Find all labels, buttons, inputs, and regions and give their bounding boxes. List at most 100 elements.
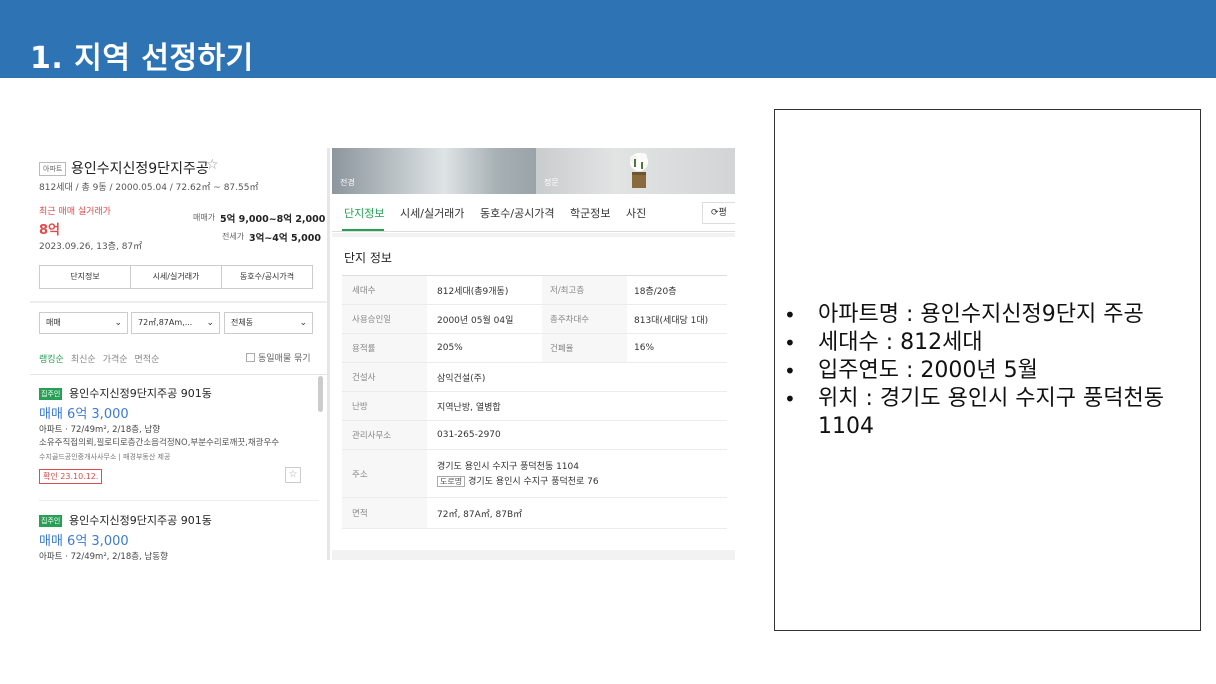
plant-image <box>630 153 648 188</box>
row-key: 주소 <box>342 450 427 497</box>
row-value: 지역난방, 열병합 <box>437 402 501 413</box>
photo-gate[interactable]: 정문 <box>536 148 735 194</box>
table-row: 용적률 205% 건폐율 16% <box>342 334 727 363</box>
row-value: 813대(세대당 1대) <box>634 315 709 326</box>
tab-price[interactable]: 시세/실거래가 <box>400 205 464 221</box>
tab-complex-info[interactable]: 단지정보 <box>40 266 131 288</box>
chevron-down-icon: ⌄ <box>299 318 307 328</box>
owner-tag: 집주인 <box>39 388 63 400</box>
tab-complex-info[interactable]: 단지정보 <box>344 205 384 221</box>
trade-type-value: 매매 <box>46 318 61 327</box>
chevron-down-icon: ⌄ <box>114 318 122 328</box>
sort-options: 랭킹순 최신순 가격순 면적순 <box>39 352 166 365</box>
info-item-location: 위치 : 경기도 용인시 수지구 풍덕천동 1104 <box>784 385 1194 441</box>
refresh-icon: ⟳ <box>711 208 719 218</box>
recent-date: 2023.09.26, 13층, 87㎡ <box>39 242 143 252</box>
listing-name: 용인수지신정9단지주공 901동 <box>69 514 212 527</box>
row-key: 저/최고층 <box>542 276 627 304</box>
refresh-button[interactable]: ⟳평 <box>702 202 735 224</box>
row-value: 18층/20층 <box>634 286 677 297</box>
refresh-label: 평 <box>718 208 727 218</box>
type-badge: 아파트 <box>39 162 67 176</box>
table-row: 건설사 삼익건설(주) <box>342 363 727 392</box>
table-row: 면적 72㎡, 87A㎡, 87B㎡ <box>342 498 727 529</box>
tab-photos[interactable]: 사진 <box>626 205 646 221</box>
row-key: 용적률 <box>342 334 427 362</box>
building-value: 전체동 <box>231 318 254 327</box>
row-key: 총주차대수 <box>542 305 627 333</box>
table-row: 난방 지역난방, 열병합 <box>342 392 727 421</box>
divider <box>39 500 319 501</box>
screenshot-panel: 아파트 용인수지신정9단지주공 ☆ 812세대 / 총 9동 / 2000.05… <box>30 148 735 560</box>
row-key: 난방 <box>342 392 427 420</box>
row-value: 16% <box>634 343 655 353</box>
listing-desc: 소유주직접의뢰,필로티로층간소음걱정NO,부분수리로깨끗,채광우수 <box>39 438 280 448</box>
tab-unit[interactable]: 동호수/공시가격 <box>222 266 312 288</box>
sort-price[interactable]: 가격순 <box>103 355 128 365</box>
row-key: 관리사무소 <box>342 421 427 449</box>
photo-label: 전경 <box>340 178 355 187</box>
table-row: 세대수 812세대(총9개동) 저/최고층 18층/20층 <box>342 276 727 305</box>
address-road: 도로명 경기도 용인시 수지구 풍덕천로 76 <box>437 474 599 487</box>
group-toggle-label: 동일매물 묶기 <box>258 354 311 364</box>
detail-tabs: 단지정보 시세/실거래가 동호수/공시가격 학군정보 사진 ⟳평 <box>332 194 735 232</box>
building-select[interactable]: 전체동 ⌄ <box>224 312 313 334</box>
sort-area[interactable]: 면적순 <box>135 355 160 365</box>
left-tabs: 단지정보 시세/실거래가 동호수/공시가격 <box>39 265 313 289</box>
area-select[interactable]: 72㎡,87Am,... ⌄ <box>131 312 220 334</box>
divider <box>30 374 328 375</box>
checkbox[interactable] <box>246 353 255 362</box>
active-tab-indicator <box>342 229 384 231</box>
group-toggle[interactable]: 동일매물 묶기 <box>246 351 311 364</box>
listing-price: 매매 6억 3,000 <box>39 534 129 549</box>
row-key: 면적 <box>342 498 427 528</box>
listing-price: 매매 6억 3,000 <box>39 407 129 422</box>
detail-panel: 전경 정문 단지정보 시세/실거래가 동호수/공시가격 학군정보 사진 ⟳평 단… <box>332 148 735 560</box>
info-item-year: 입주연도 : 2000년 5월 <box>784 357 1194 385</box>
table-row: 주소 경기도 용인시 수지구 풍덕천동 1104 도로명 경기도 용인시 수지구 … <box>342 450 727 498</box>
info-box: 아파트명 : 용인수지신정9단지 주공 세대수 : 812세대 입주연도 : 2… <box>774 109 1201 631</box>
table-row: 관리사무소 031-265-2970 <box>342 421 727 450</box>
road-tag: 도로명 <box>437 476 466 487</box>
confirm-badge: 확인 23.10.12. <box>39 469 103 484</box>
tab-price[interactable]: 시세/실거래가 <box>131 266 222 288</box>
row-value: 72㎡, 87A㎡, 87B㎡ <box>437 509 523 520</box>
sort-ranking[interactable]: 랭킹순 <box>39 355 64 365</box>
info-item-units: 세대수 : 812세대 <box>784 329 1194 357</box>
listing-info: 아파트 · 72/49m², 2/18층, 남향 <box>39 425 161 435</box>
trade-type-select[interactable]: 매매 ⌄ <box>39 312 128 334</box>
jeonse-value: 3억~4억 5,000 <box>249 233 322 244</box>
photo-label: 정문 <box>544 178 559 187</box>
row-key: 건설사 <box>342 363 427 391</box>
photo-exterior[interactable]: 전경 <box>332 148 536 194</box>
tab-unit[interactable]: 동호수/공시가격 <box>480 205 555 221</box>
row-value: 031-265-2970 <box>437 430 501 440</box>
favorite-star-icon[interactable]: ☆ <box>206 157 219 173</box>
recent-price: 8억 <box>39 223 61 238</box>
info-item-name: 아파트명 : 용인수지신정9단지 주공 <box>784 301 1194 329</box>
panel-footer <box>332 550 735 560</box>
star-icon[interactable]: ☆ <box>285 467 301 483</box>
section-title: 단지 정보 <box>344 251 392 265</box>
sort-latest[interactable]: 최신순 <box>71 355 96 365</box>
info-table: 세대수 812세대(총9개동) 저/최고층 18층/20층 사용승인일 2000… <box>342 275 727 529</box>
section-gap <box>332 233 735 237</box>
tab-school[interactable]: 학군정보 <box>570 205 610 221</box>
address-lot: 경기도 용인시 수지구 풍덕천동 1104 <box>437 462 579 472</box>
owner-tag: 집주인 <box>39 515 63 527</box>
row-value: 205% <box>437 343 463 353</box>
jeonse-label: 전세가 <box>222 232 245 241</box>
panel-divider <box>327 148 330 560</box>
row-key: 사용승인일 <box>342 305 427 333</box>
list-item[interactable]: 집주인 용인수지신정9단지주공 901동 매매 6억 3,000 아파트 · 7… <box>39 385 319 495</box>
recent-price-label: 최근 매매 실거래가 <box>39 207 111 217</box>
road-address: 경기도 용인시 수지구 풍덕천로 76 <box>468 477 599 487</box>
table-row: 사용승인일 2000년 05월 04일 총주차대수 813대(세대당 1대) <box>342 305 727 334</box>
divider <box>30 301 328 303</box>
photo-strip: 전경 정문 <box>332 148 735 194</box>
row-value: 2000년 05월 04일 <box>437 315 514 326</box>
trade-value: 5억 9,000~8억 2,000 <box>220 214 326 225</box>
area-value: 72㎡,87Am,... <box>138 318 193 327</box>
list-item[interactable]: 집주인 용인수지신정9단지주공 901동 매매 6억 3,000 아파트 · 7… <box>39 512 319 560</box>
trade-label: 매매가 <box>193 213 216 222</box>
